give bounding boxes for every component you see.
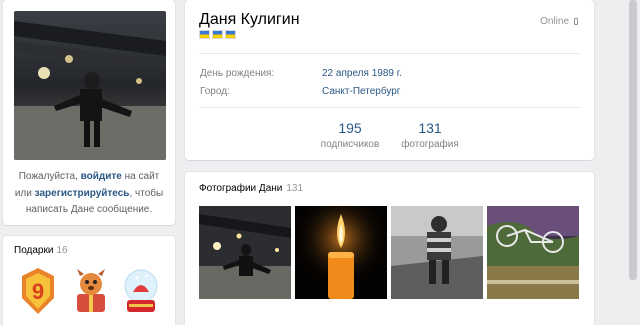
login-hint: Пожалуйста, войдите на сайт или зарегист… [11, 169, 167, 219]
ukraine-flag-icon [199, 30, 210, 39]
divider [199, 53, 580, 54]
photos-total-count: 131 [286, 183, 304, 194]
mobile-phone-icon [574, 18, 578, 25]
photo-thumbnail[interactable] [199, 206, 291, 299]
followers-label: подписчиков [320, 139, 380, 150]
ukraine-flag-icon [225, 30, 236, 39]
gifts-title: Подарки [14, 245, 54, 256]
city-value[interactable]: Санкт-Петербург [322, 86, 400, 97]
birthday-value[interactable]: 22 апреля 1989 г. [322, 68, 402, 79]
login-hint-prefix: Пожалуйста, [18, 171, 81, 182]
city-label: Город: [200, 86, 230, 97]
divider [199, 107, 580, 108]
photo-candle [295, 206, 387, 299]
photo-thumbnail[interactable] [391, 206, 483, 299]
svg-text:9: 9 [32, 279, 44, 304]
photo-night-bridge [199, 206, 291, 299]
online-status: Online [540, 16, 578, 27]
gift-dog-icon [77, 269, 105, 312]
photo-black-white-boy [391, 206, 483, 299]
gifts-card: Подарки 16 9 [3, 236, 175, 325]
photos-card: Фотографии Дани 131 [185, 172, 594, 325]
avatar-photo [14, 11, 166, 160]
followers-count: 195 [338, 120, 362, 136]
gifts-header[interactable]: Подарки 16 [14, 245, 68, 256]
gifts-count: 16 [56, 245, 68, 256]
profile-name: Даня Кулигин [199, 11, 300, 28]
gift-item[interactable] [119, 266, 163, 316]
photos-label: фотография [401, 139, 459, 150]
online-status-text: Online [540, 16, 569, 27]
gift-number-nine-icon: 9 [22, 268, 54, 314]
photos-title: Фотографии Дани [199, 183, 283, 194]
photo-bicycle [487, 206, 579, 299]
photos-counter[interactable]: 131 фотография [390, 120, 470, 150]
photos-header[interactable]: Фотографии Дани 131 [199, 183, 303, 194]
ukraine-flag-icon [212, 30, 223, 39]
birthday-label: День рождения: [200, 68, 275, 79]
gift-item[interactable] [69, 266, 113, 316]
gift-item[interactable]: 9 [16, 266, 60, 316]
avatar[interactable] [14, 11, 166, 160]
photos-count: 131 [418, 120, 442, 136]
page-scrollbar[interactable] [629, 0, 637, 280]
login-link[interactable]: войдите [81, 171, 122, 182]
profile-avatar-card: Пожалуйста, войдите на сайт или зарегист… [3, 0, 175, 225]
gift-snow-globe-icon [124, 269, 158, 312]
followers-counter[interactable]: 195 подписчиков [310, 120, 390, 150]
profile-status-emoji [199, 30, 238, 39]
register-link[interactable]: зарегистрируйтесь [35, 188, 130, 199]
photo-thumbnail[interactable] [487, 206, 579, 299]
profile-info-card: Даня Кулигин Online День рождения: 22 ап… [185, 0, 594, 160]
photo-thumbnail[interactable] [295, 206, 387, 299]
